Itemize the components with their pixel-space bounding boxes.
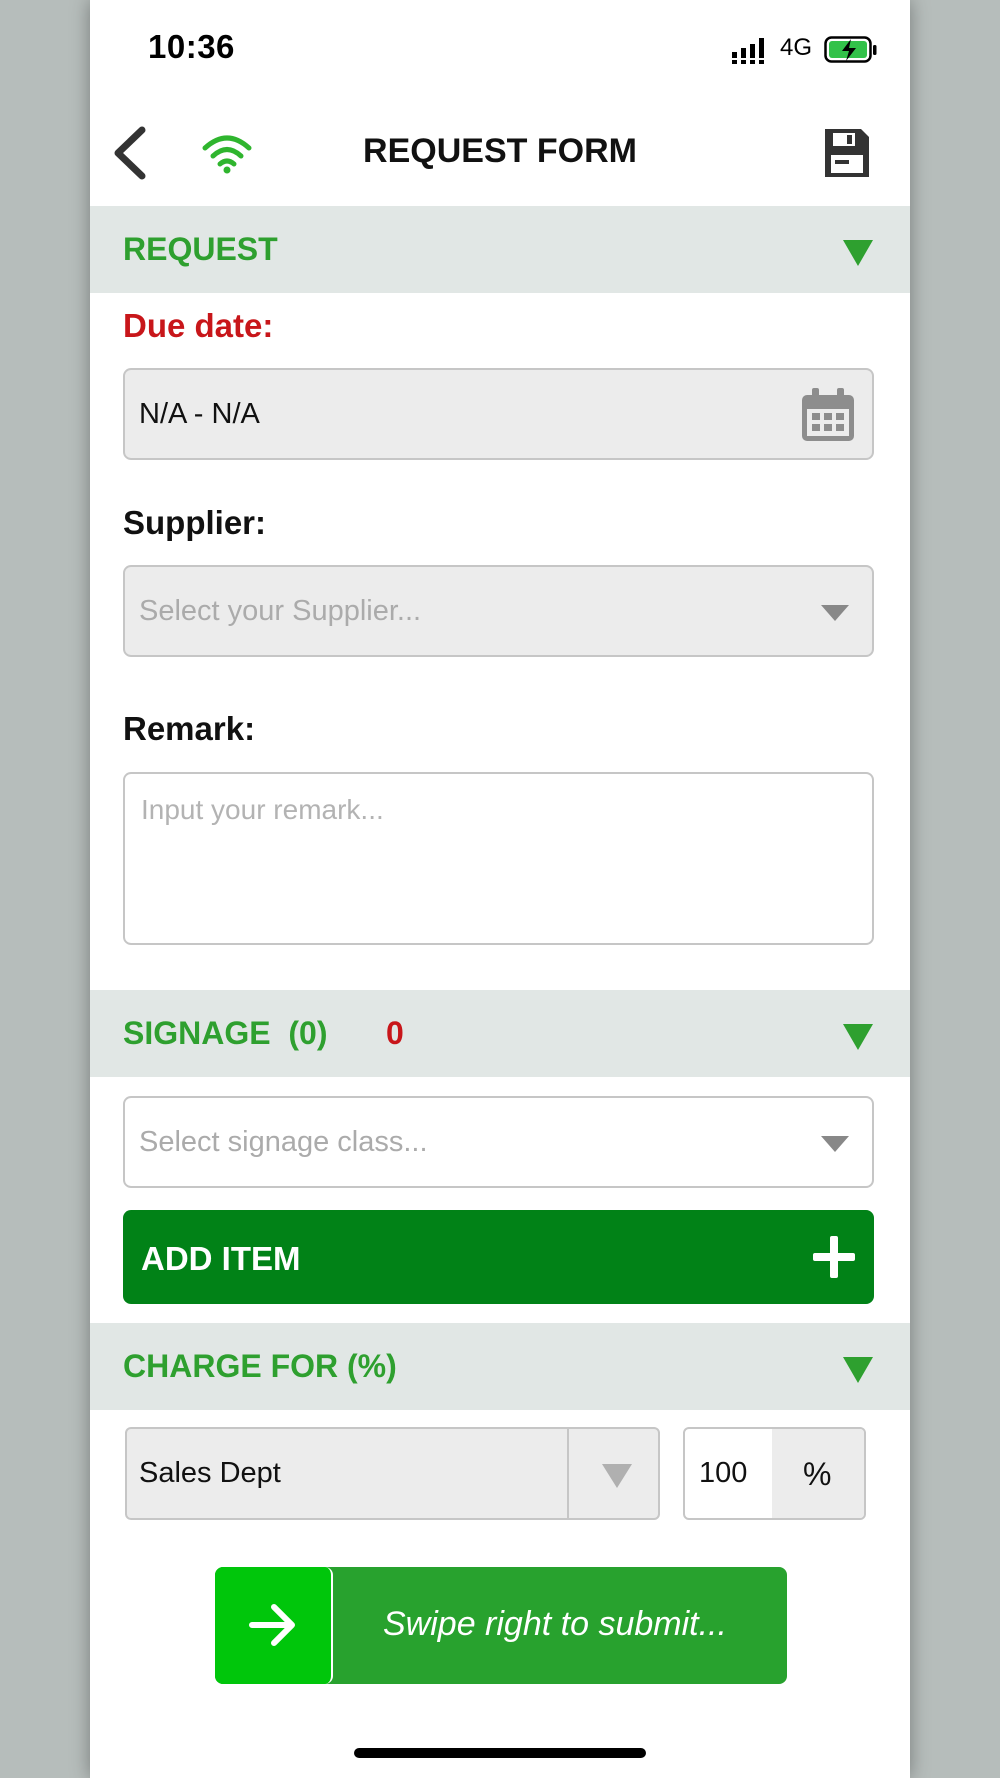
signage-class-placeholder: Select signage class...	[139, 1126, 428, 1158]
remark-label: Remark:	[123, 710, 256, 747]
caret-down-icon	[821, 1136, 849, 1152]
department-select[interactable]: Sales Dept	[125, 1427, 660, 1520]
signage-class-select[interactable]: Select signage class...	[123, 1096, 874, 1188]
due-date-value: N/A - N/A	[139, 398, 260, 430]
section-title: CHARGE FOR (%)	[123, 1348, 397, 1384]
supplier-select[interactable]: Select your Supplier...	[123, 565, 874, 657]
plus-icon	[813, 1236, 855, 1278]
swipe-submit-track[interactable]: Swipe right to submit...	[215, 1567, 787, 1684]
swipe-label: Swipe right to submit...	[383, 1605, 727, 1643]
battery-icon	[824, 36, 877, 63]
arrow-right-icon	[249, 1604, 295, 1646]
signage-count-badge: 0	[386, 1015, 404, 1051]
due-date-label: Due date:	[123, 307, 274, 344]
caret-down-icon	[843, 1357, 873, 1383]
remark-placeholder: Input your remark...	[141, 794, 384, 825]
network-type: 4G	[780, 34, 813, 61]
page-title: REQUEST FORM	[363, 132, 637, 170]
percent-input-group[interactable]: 100 %	[683, 1427, 866, 1520]
signage-section-header[interactable]: SIGNAGE (0) 0	[90, 990, 910, 1077]
supplier-label: Supplier:	[123, 504, 267, 541]
cellular-signal-icon	[732, 38, 764, 64]
calendar-icon[interactable]	[800, 387, 856, 443]
department-value: Sales Dept	[139, 1457, 281, 1489]
supplier-placeholder: Select your Supplier...	[139, 595, 422, 627]
remark-textarea[interactable]: Input your remark...	[123, 772, 874, 945]
add-item-label: ADD ITEM	[141, 1240, 301, 1277]
percent-unit: %	[803, 1456, 832, 1492]
caret-down-icon	[821, 605, 849, 621]
percent-input[interactable]: 100	[699, 1457, 747, 1490]
charge-section-header[interactable]: CHARGE FOR (%)	[90, 1323, 910, 1410]
section-title: SIGNAGE (0)	[123, 1015, 328, 1051]
request-section-header[interactable]: REQUEST	[90, 206, 910, 293]
select-divider	[567, 1429, 569, 1518]
caret-down-icon	[843, 240, 873, 266]
section-title: REQUEST	[123, 231, 278, 267]
status-time: 10:36	[148, 28, 235, 65]
floppy-disk-icon[interactable]	[822, 126, 872, 180]
caret-down-icon	[843, 1024, 873, 1050]
phone-screen: 10:36 4G REQUEST FORM REQUEST Due date: …	[90, 0, 910, 1778]
swipe-handle[interactable]	[215, 1567, 333, 1684]
add-item-button[interactable]: ADD ITEM	[123, 1210, 874, 1304]
due-date-field[interactable]: N/A - N/A	[123, 368, 874, 460]
home-indicator	[354, 1748, 646, 1758]
caret-down-icon	[602, 1464, 632, 1488]
